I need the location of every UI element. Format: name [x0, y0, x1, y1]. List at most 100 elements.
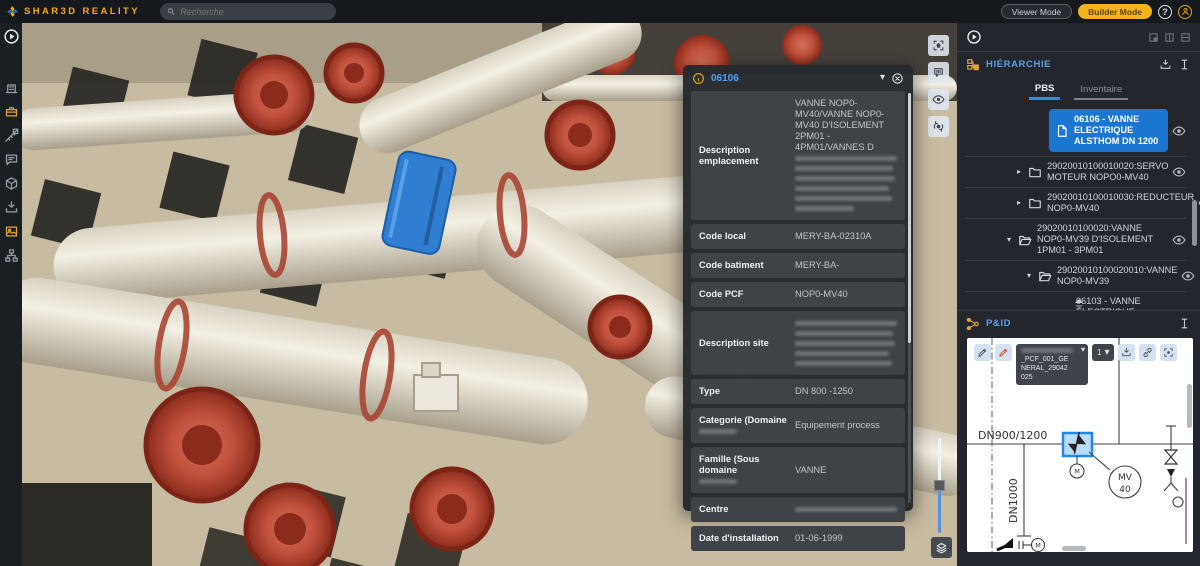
rail-play-circle-button[interactable] — [3, 28, 20, 45]
filter-ibeam-icon[interactable] — [1178, 317, 1191, 330]
detail-field-row: Centre — [691, 497, 905, 522]
layers-button[interactable] — [931, 537, 952, 558]
filter-ibeam-icon[interactable] — [1178, 58, 1191, 71]
help-button[interactable]: ? — [1158, 5, 1172, 19]
caret-down-icon[interactable]: ▾ — [1007, 236, 1018, 244]
pid-vscrollbar-thumb[interactable] — [1187, 384, 1192, 428]
chevron-down-icon: ▾ — [1104, 348, 1109, 358]
pid-header[interactable]: P&ID — [957, 311, 1200, 336]
field-label: Famille (Sous domaine — [699, 454, 789, 486]
caret-right-icon[interactable]: ▸ — [1017, 168, 1028, 176]
pid-hscrollbar-thumb[interactable] — [1062, 546, 1086, 551]
app-title: SHAR3D REALITY — [24, 6, 140, 17]
tree-item[interactable]: ▸ 29020010100010020:SERVO MOTEUR NOPO0-MV… — [965, 157, 1186, 188]
download-icon[interactable] — [1159, 58, 1172, 71]
search-bar[interactable] — [160, 3, 336, 20]
folderOpen-icon — [1038, 269, 1052, 283]
right-panel: HIÉRARCHIE PBS Inventaire 06106 - VANNE … — [957, 23, 1200, 566]
slider-track-upper[interactable] — [938, 438, 941, 486]
profile-button[interactable] — [1178, 5, 1192, 19]
eye-icon — [1172, 124, 1186, 138]
comment-icon — [4, 152, 19, 167]
panel-play-icon[interactable] — [966, 29, 982, 45]
fit-view-button[interactable] — [928, 35, 949, 56]
builder-mode-button[interactable]: Builder Mode — [1078, 4, 1152, 19]
tree-item[interactable]: 06106 - VANNE ELECTRIQUE ALSTHOM DN 1200 — [965, 105, 1186, 157]
scroll-down-icon[interactable] — [1075, 305, 1083, 309]
field-value: VANNE NOP0-MV40/VANNE NOP0-MV40 D'ISOLEM… — [795, 98, 897, 213]
caret-right-icon[interactable]: ▸ — [1017, 199, 1028, 207]
tab-inventaire[interactable]: Inventaire — [1074, 84, 1128, 100]
pid-canvas[interactable]: ▾ _PCF_001_GENERAL_29042025 1 ▾ — [967, 338, 1193, 552]
object-detail-popup: 06106 ▾ Description emplacementVANNE NOP… — [683, 65, 913, 511]
pid-page-select[interactable]: 1 ▾ — [1092, 344, 1114, 361]
hierarchy-title: HIÉRARCHIE — [986, 59, 1051, 70]
layout-two-rows-icon[interactable] — [1180, 32, 1191, 43]
field-value: MERY-BA- — [795, 260, 897, 271]
hierarchy-tabs: PBS Inventaire — [957, 77, 1200, 102]
eye-button[interactable] — [928, 89, 949, 110]
caret-down-icon[interactable]: ▾ — [1027, 272, 1038, 280]
rail-factory-button[interactable] — [4, 80, 19, 95]
field-label: Date d'installation — [699, 533, 789, 544]
detail-field-row: Code PCFNOP0-MV40 — [691, 282, 905, 307]
left-tool-rail — [0, 23, 22, 566]
svg-text:40: 40 — [1119, 485, 1131, 495]
popup-scrollbar-thumb[interactable] — [908, 93, 911, 343]
slider-track-lower[interactable] — [938, 486, 941, 533]
eye-toggle[interactable] — [1172, 165, 1186, 179]
tree-item-label: 06106 - VANNE ELECTRIQUE ALSTHOM DN 1200 — [1074, 114, 1162, 147]
annotation-stamp-button[interactable] — [928, 62, 949, 83]
folderClosed-icon — [1028, 165, 1042, 179]
eye-toggle[interactable] — [1172, 124, 1186, 138]
rail-cube-3d-button[interactable] — [4, 176, 19, 191]
cube-3d-icon — [4, 176, 19, 191]
tree-item[interactable]: ▾29020010100020:VANNE NOP0-MV39 D'ISOLEM… — [965, 219, 1186, 261]
hierarchy-header[interactable]: HIÉRARCHIE — [957, 52, 1200, 77]
rail-toolbox-button[interactable] — [4, 104, 19, 119]
pid-download-button[interactable] — [1118, 344, 1135, 361]
rail-download-button[interactable] — [4, 200, 19, 215]
rail-measure-button[interactable] — [4, 128, 19, 143]
tab-pbs[interactable]: PBS — [1029, 83, 1061, 100]
annotation-stamp-icon — [932, 66, 945, 79]
slider-thumb[interactable] — [934, 480, 945, 491]
tree-item[interactable]: ▾ 29020010100020010:VANNE NOP0-MV39 — [965, 261, 1186, 292]
tree-scrollbar-thumb[interactable] — [1192, 200, 1197, 246]
svg-text:MV: MV — [1118, 473, 1133, 483]
field-value: DN 800 -1250 — [795, 386, 897, 397]
pid-doc-select[interactable]: ▾ _PCF_001_GENERAL_29042025 — [1016, 344, 1088, 385]
fit-view-icon — [932, 39, 945, 52]
close-icon[interactable] — [891, 72, 904, 85]
top-bar: SHAR3D REALITY Viewer Mode Builder Mode … — [0, 0, 1200, 23]
pid-link-button[interactable] — [1139, 344, 1156, 361]
pid-selected-valve[interactable] — [1063, 432, 1110, 470]
field-value: NOP0-MV40 — [795, 289, 897, 300]
svg-text:DN1000: DN1000 — [1007, 478, 1020, 523]
rail-image-button[interactable] — [4, 224, 19, 239]
tree-item[interactable]: ▸29020010100010030:REDUCTEUR NOP0-MV40 — [965, 188, 1186, 219]
eye-icon — [1172, 233, 1186, 247]
viewer-slider[interactable] — [933, 438, 945, 533]
doc-icon — [1055, 124, 1069, 138]
pid-doc-name-line: NERAL_29042 — [1021, 364, 1076, 373]
rail-org-chart-button[interactable] — [4, 248, 19, 263]
tree-item-label: 29020010100010020:SERVO MOTEUR NOPO0-MV4… — [1047, 161, 1168, 183]
eye-icon — [1181, 269, 1195, 283]
pid-fit-button[interactable] — [1160, 344, 1177, 361]
layout-single-icon[interactable] — [1148, 32, 1159, 43]
eye-toggle[interactable] — [1172, 233, 1186, 247]
search-input[interactable] — [180, 7, 329, 17]
tree-item-label: 29020010100010030:REDUCTEUR NOP0-MV40 — [1047, 192, 1194, 214]
pid-redline-button[interactable] — [995, 344, 1012, 361]
rail-comment-button[interactable] — [4, 152, 19, 167]
scroll-up-icon[interactable] — [1075, 299, 1083, 303]
pid-draw-button[interactable] — [974, 344, 991, 361]
orbit-reset-button[interactable] — [928, 116, 949, 137]
eye-toggle[interactable] — [1181, 269, 1195, 283]
tree-item-label: 29020010100020010:VANNE NOP0-MV39 — [1057, 265, 1177, 287]
field-value — [795, 504, 897, 515]
collapse-caret-icon[interactable]: ▾ — [880, 73, 885, 83]
layout-two-columns-icon[interactable] — [1164, 32, 1175, 43]
viewer-mode-button[interactable]: Viewer Mode — [1001, 4, 1072, 19]
